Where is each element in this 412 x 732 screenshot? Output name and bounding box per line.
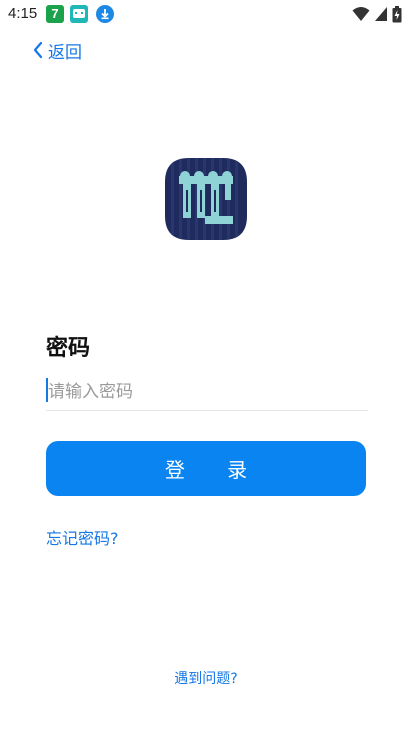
- password-label: 密码: [46, 336, 91, 361]
- password-input[interactable]: [46, 374, 368, 411]
- download-icon: [96, 5, 114, 23]
- battery-icon: [392, 5, 402, 22]
- back-label: 返回: [48, 42, 82, 63]
- back-button[interactable]: 返回: [32, 38, 82, 63]
- forgot-password-link[interactable]: 忘记密码?: [46, 525, 119, 549]
- status-bar: 4:15 7: [0, 0, 412, 28]
- signal-icon: [375, 7, 387, 21]
- wifi-icon: [352, 7, 370, 21]
- text-caret: [46, 378, 48, 402]
- help-link[interactable]: 遇到问题?: [0, 668, 412, 688]
- app-logo-icon: [165, 158, 247, 240]
- app-7-icon: 7: [46, 5, 64, 23]
- chevron-left-icon: [33, 41, 43, 59]
- cat-app-icon: [70, 5, 88, 23]
- login-button[interactable]: 登 录: [46, 441, 366, 496]
- system-icons: [352, 5, 402, 23]
- status-time: 4:15: [8, 5, 38, 22]
